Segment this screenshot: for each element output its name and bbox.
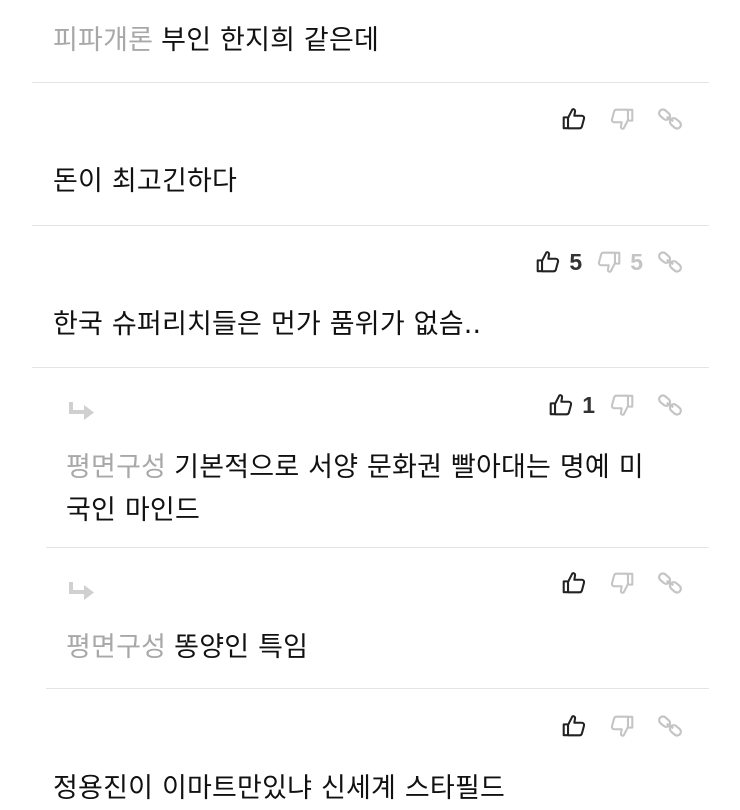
dislike-button[interactable]	[609, 104, 643, 134]
like-count: 1	[582, 392, 595, 418]
reply-item: 평면구성 똥양인 특임	[46, 547, 709, 689]
like-button[interactable]: 5	[535, 247, 582, 277]
comment-item: 5 5 한국 슈퍼리치들은 먼가 품위가 없슴..	[32, 225, 709, 368]
reply-arrow-icon	[66, 400, 96, 424]
thumbs-down-icon	[609, 106, 635, 132]
comment-text: 부인 한지희 같은데	[161, 25, 380, 56]
comment-author[interactable]: 평면구성	[66, 452, 166, 483]
comment-text: 한국 슈퍼리치들은 먼가 품위가 없슴..	[53, 309, 482, 340]
comment-content: 돈이 최고긴하다	[53, 160, 699, 203]
thumbs-down-icon	[609, 392, 635, 418]
thumbs-up-icon	[561, 713, 587, 739]
comment-content: 피파개론 부인 한지희 같은데	[53, 19, 699, 62]
link-icon	[657, 570, 683, 596]
reply-item: 1 평면구성 기본적으로 서양 문화권 빨아대는 명예 미국인 마인드	[46, 367, 709, 548]
comment-text: 돈이 최고긴하다	[53, 166, 238, 197]
like-count: 5	[569, 249, 583, 275]
thumbs-down-icon	[596, 249, 622, 275]
link-icon	[657, 249, 683, 275]
thumbs-down-icon	[609, 713, 635, 739]
thumbs-up-icon	[561, 570, 587, 596]
like-button[interactable]	[561, 104, 595, 134]
share-link-button[interactable]	[657, 247, 683, 277]
thumbs-down-icon	[609, 570, 635, 596]
dislike-button[interactable]: 5	[596, 247, 643, 277]
dislike-button[interactable]	[609, 390, 643, 420]
comment-item: 돈이 최고긴하다	[32, 83, 709, 226]
comment-item: 피파개론 부인 한지희 같은데	[32, 0, 709, 83]
comment-actions	[561, 568, 683, 598]
comment-item: 정용진이 이마트만있냐 신세계 스타필드	[32, 689, 709, 807]
comment-list-page: { "comments": [ {"author": "피파개론", "text…	[0, 0, 740, 807]
comment-text: 정용진이 이마트만있냐 신세계 스타필드	[53, 773, 506, 804]
like-button[interactable]: 1	[548, 390, 595, 420]
link-icon	[657, 106, 683, 132]
comment-content: 평면구성 기본적으로 서양 문화권 빨아대는 명예 미국인 마인드	[66, 446, 661, 532]
comment-actions	[561, 104, 683, 134]
reply-arrow-icon	[66, 580, 96, 604]
comment-actions	[561, 711, 683, 741]
like-button[interactable]	[561, 711, 595, 741]
share-link-button[interactable]	[657, 390, 683, 420]
comment-content: 한국 슈퍼리치들은 먼가 품위가 없슴..	[53, 303, 699, 346]
dislike-button[interactable]	[609, 711, 643, 741]
link-icon	[657, 713, 683, 739]
comment-actions: 1	[548, 390, 683, 420]
comment-author[interactable]: 평면구성	[66, 632, 166, 663]
thumbs-up-icon	[561, 106, 587, 132]
dislike-count: 5	[630, 249, 643, 275]
comment-actions: 5 5	[535, 247, 683, 277]
thumbs-up-icon	[548, 392, 574, 418]
comment-text: 똥양인 특임	[174, 632, 309, 663]
like-button[interactable]	[561, 568, 595, 598]
share-link-button[interactable]	[657, 568, 683, 598]
link-icon	[657, 392, 683, 418]
comment-content: 평면구성 똥양인 특임	[66, 626, 699, 669]
share-link-button[interactable]	[657, 104, 683, 134]
dislike-button[interactable]	[609, 568, 643, 598]
thumbs-up-icon	[535, 249, 561, 275]
comment-author[interactable]: 피파개론	[53, 25, 153, 56]
share-link-button[interactable]	[657, 711, 683, 741]
comment-content: 정용진이 이마트만있냐 신세계 스타필드	[53, 767, 699, 810]
